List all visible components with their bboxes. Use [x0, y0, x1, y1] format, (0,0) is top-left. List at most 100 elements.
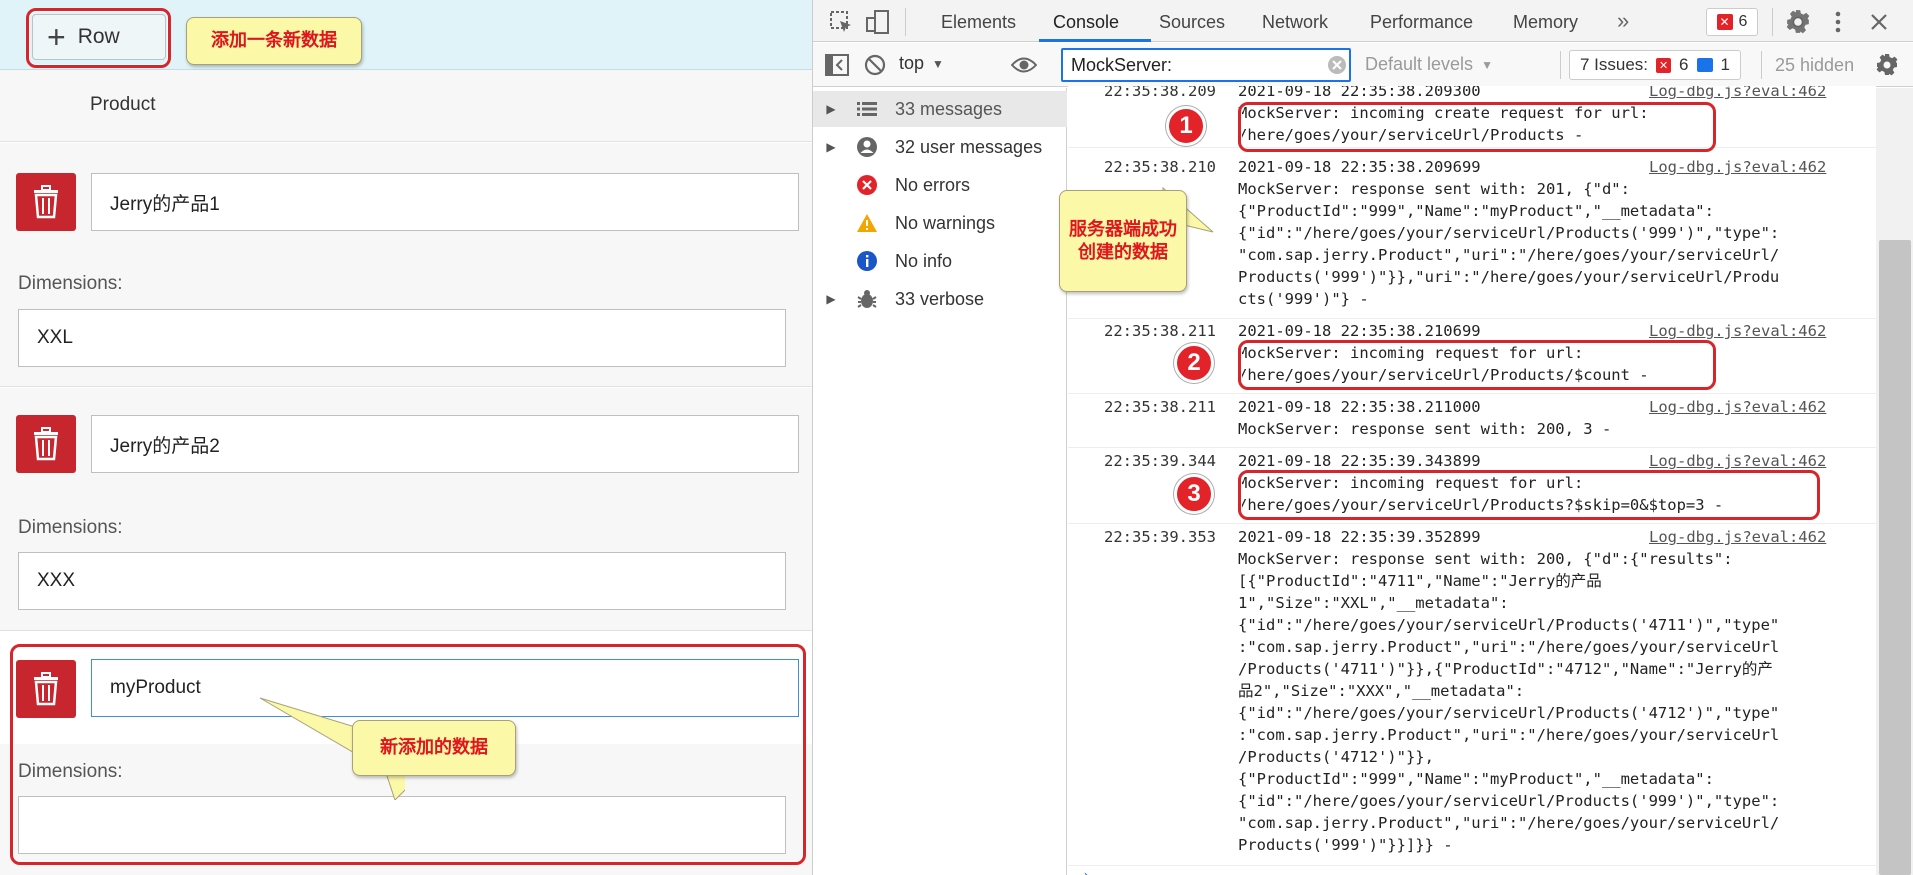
callout-server-data-text: 服务器端成功创建的数据 [1069, 218, 1177, 262]
sidebar-item-label: 33 messages [895, 98, 1003, 119]
log-source-link[interactable]: Log-dbg.js?eval:462 [1649, 452, 1826, 470]
log-levels-dropdown[interactable]: Default levels ▼ [1365, 54, 1493, 75]
console-filter-input[interactable]: MockServer: [1061, 48, 1351, 82]
issues-button[interactable]: 7 Issues: ✕ 6 1 [1569, 50, 1741, 80]
settings-gear-icon[interactable] [1785, 9, 1811, 35]
log-line: :"com.sap.jerry.Product","uri":"/here/go… [1238, 638, 1780, 656]
callout-server-data: 服务器端成功创建的数据 [1059, 190, 1187, 292]
divider [1560, 51, 1561, 79]
console-settings-gear-icon[interactable] [1875, 53, 1899, 77]
log-line: 品2","Size":"XXX","__metadata": [1238, 682, 1525, 700]
dropdown-arrow-icon: ▼ [1481, 57, 1493, 72]
scrollbar-thumb[interactable] [1879, 240, 1911, 875]
log-line: :"com.sap.jerry.Product","uri":"/here/go… [1238, 726, 1780, 744]
step-badge-2: 2 [1174, 343, 1214, 383]
log-line: [{"ProductId":"4711","Name":"Jerry的产品 [1238, 572, 1602, 590]
log-source-link[interactable]: Log-dbg.js?eval:462 [1649, 86, 1826, 100]
callout-add-row: 添加一条新数据 [186, 17, 362, 65]
expand-arrow-icon: ▶ [826, 102, 836, 116]
sidebar-item-errors[interactable]: No errors [813, 167, 1067, 203]
product-name-input[interactable]: Jerry的产品2 [91, 415, 799, 473]
highlight-add-row [26, 8, 171, 68]
error-count-badge[interactable]: ✕ 6 [1706, 8, 1758, 36]
trash-icon [34, 427, 58, 461]
log-line: 1","Size":"XXL","__metadata": [1238, 594, 1509, 612]
callout-add-row-text: 添加一条新数据 [211, 30, 337, 51]
log-time: 22:35:38.210 [1104, 158, 1216, 176]
log-line: 2021-09-18 22:35:38.211000 [1238, 398, 1481, 416]
log-line: /Products('4712')"}}, [1238, 748, 1434, 766]
tab-elements[interactable]: Elements [941, 12, 1016, 33]
console-prompt-icon[interactable]: › [1082, 868, 1090, 875]
tab-performance[interactable]: Performance [1370, 12, 1473, 33]
sidebar-item-verbose[interactable]: ▶ 33 verbose [813, 281, 1067, 317]
context-selector[interactable]: top ▼ [899, 53, 944, 74]
expand-arrow-icon: ▶ [826, 140, 836, 154]
dimensions-input[interactable]: XXX [18, 552, 786, 610]
log-line: 2021-09-18 22:35:38.210699 [1238, 322, 1481, 340]
divider [1761, 51, 1762, 79]
log-source-link[interactable]: Log-dbg.js?eval:462 [1649, 528, 1826, 546]
sidebar-item-label: No errors [895, 174, 971, 195]
delete-button[interactable] [16, 415, 76, 473]
log-line: /Products('4711')"}},{"ProductId":"4712"… [1238, 660, 1773, 678]
log-source-link[interactable]: Log-dbg.js?eval:462 [1649, 322, 1826, 340]
console-sidebar: ▶ 33 messages ▶ 32 user messages No erro… [813, 88, 1067, 875]
log-line: {"id":"/here/goes/your/serviceUrl/Produc… [1238, 224, 1780, 242]
product-name-input[interactable]: Jerry的产品1 [91, 173, 799, 231]
console-scrollbar[interactable] [1876, 88, 1913, 875]
log-time: 22:35:38.211 [1104, 322, 1216, 340]
log-time: 22:35:38.209 [1104, 86, 1216, 100]
log-line: {"id":"/here/goes/your/serviceUrl/Produc… [1238, 792, 1780, 810]
log-line: 2021-09-18 22:35:38.209699 [1238, 158, 1481, 176]
inspect-element-icon[interactable] [829, 10, 853, 34]
log-line: {"id":"/here/goes/your/serviceUrl/Produc… [1238, 704, 1780, 722]
tab-memory[interactable]: Memory [1513, 12, 1578, 33]
sidebar-item-label: 32 user messages [895, 136, 1043, 157]
log-time: 22:35:39.344 [1104, 452, 1216, 470]
device-toolbar-icon[interactable] [865, 9, 891, 35]
info-icon [857, 251, 877, 271]
clear-console-icon[interactable] [863, 53, 887, 77]
trash-icon [34, 185, 58, 219]
more-tabs-icon[interactable]: » [1617, 8, 1629, 34]
issue-info-icon [1696, 58, 1713, 72]
console-filter-bar: top ▼ MockServer: Default levels ▼ 7 Iss… [813, 43, 1913, 87]
log-line: Products('999')"}},"uri":"/here/goes/you… [1238, 268, 1780, 286]
tab-console[interactable]: Console [1053, 12, 1119, 33]
column-title-product: Product [90, 94, 156, 115]
log-line: MockServer: response sent with: 200, 3 - [1238, 420, 1612, 438]
tab-network[interactable]: Network [1262, 12, 1328, 33]
expand-arrow-icon: ▶ [826, 292, 836, 306]
clear-filter-icon[interactable] [1327, 55, 1347, 75]
highlight-count-request [1238, 340, 1716, 390]
dimensions-input[interactable]: XXL [18, 309, 786, 367]
divider [1772, 8, 1773, 36]
table-header: Product [0, 70, 812, 142]
step-badge-3: 3 [1174, 474, 1214, 514]
issues-label: 7 Issues: [1580, 55, 1649, 74]
devtools-panel: Elements Console Sources Network Perform… [812, 0, 1913, 875]
sidebar-item-user-messages[interactable]: ▶ 32 user messages [813, 129, 1067, 165]
close-devtools-icon[interactable] [1869, 12, 1889, 32]
tab-sources[interactable]: Sources [1159, 12, 1225, 33]
sidebar-item-info[interactable]: No info [813, 243, 1067, 279]
sidebar-toggle-icon[interactable] [825, 54, 849, 76]
log-line: 2021-09-18 22:35:38.209300 [1238, 86, 1481, 100]
log-source-link[interactable]: Log-dbg.js?eval:462 [1649, 158, 1826, 176]
sidebar-item-warnings[interactable]: No warnings [813, 205, 1067, 241]
sidebar-item-messages[interactable]: ▶ 33 messages [813, 91, 1067, 127]
list-icon [857, 102, 877, 116]
dimensions-label: Dimensions: [18, 517, 123, 538]
callout-new-data: 新添加的数据 [352, 720, 516, 776]
log-levels-label: Default levels [1365, 54, 1474, 74]
log-line: {"ProductId":"999","Name":"myProduct","_… [1238, 770, 1714, 788]
log-line: MockServer: response sent with: 201, {"d… [1238, 180, 1630, 198]
kebab-menu-icon[interactable] [1833, 10, 1843, 34]
user-icon [857, 137, 877, 157]
live-expression-eye-icon[interactable] [1011, 55, 1037, 75]
log-entry: 22:35:38.211 Log-dbg.js?eval:462 2021-09… [1068, 396, 1876, 448]
log-source-link[interactable]: Log-dbg.js?eval:462 [1649, 398, 1826, 416]
bug-icon [857, 290, 877, 308]
delete-button[interactable] [16, 173, 76, 231]
